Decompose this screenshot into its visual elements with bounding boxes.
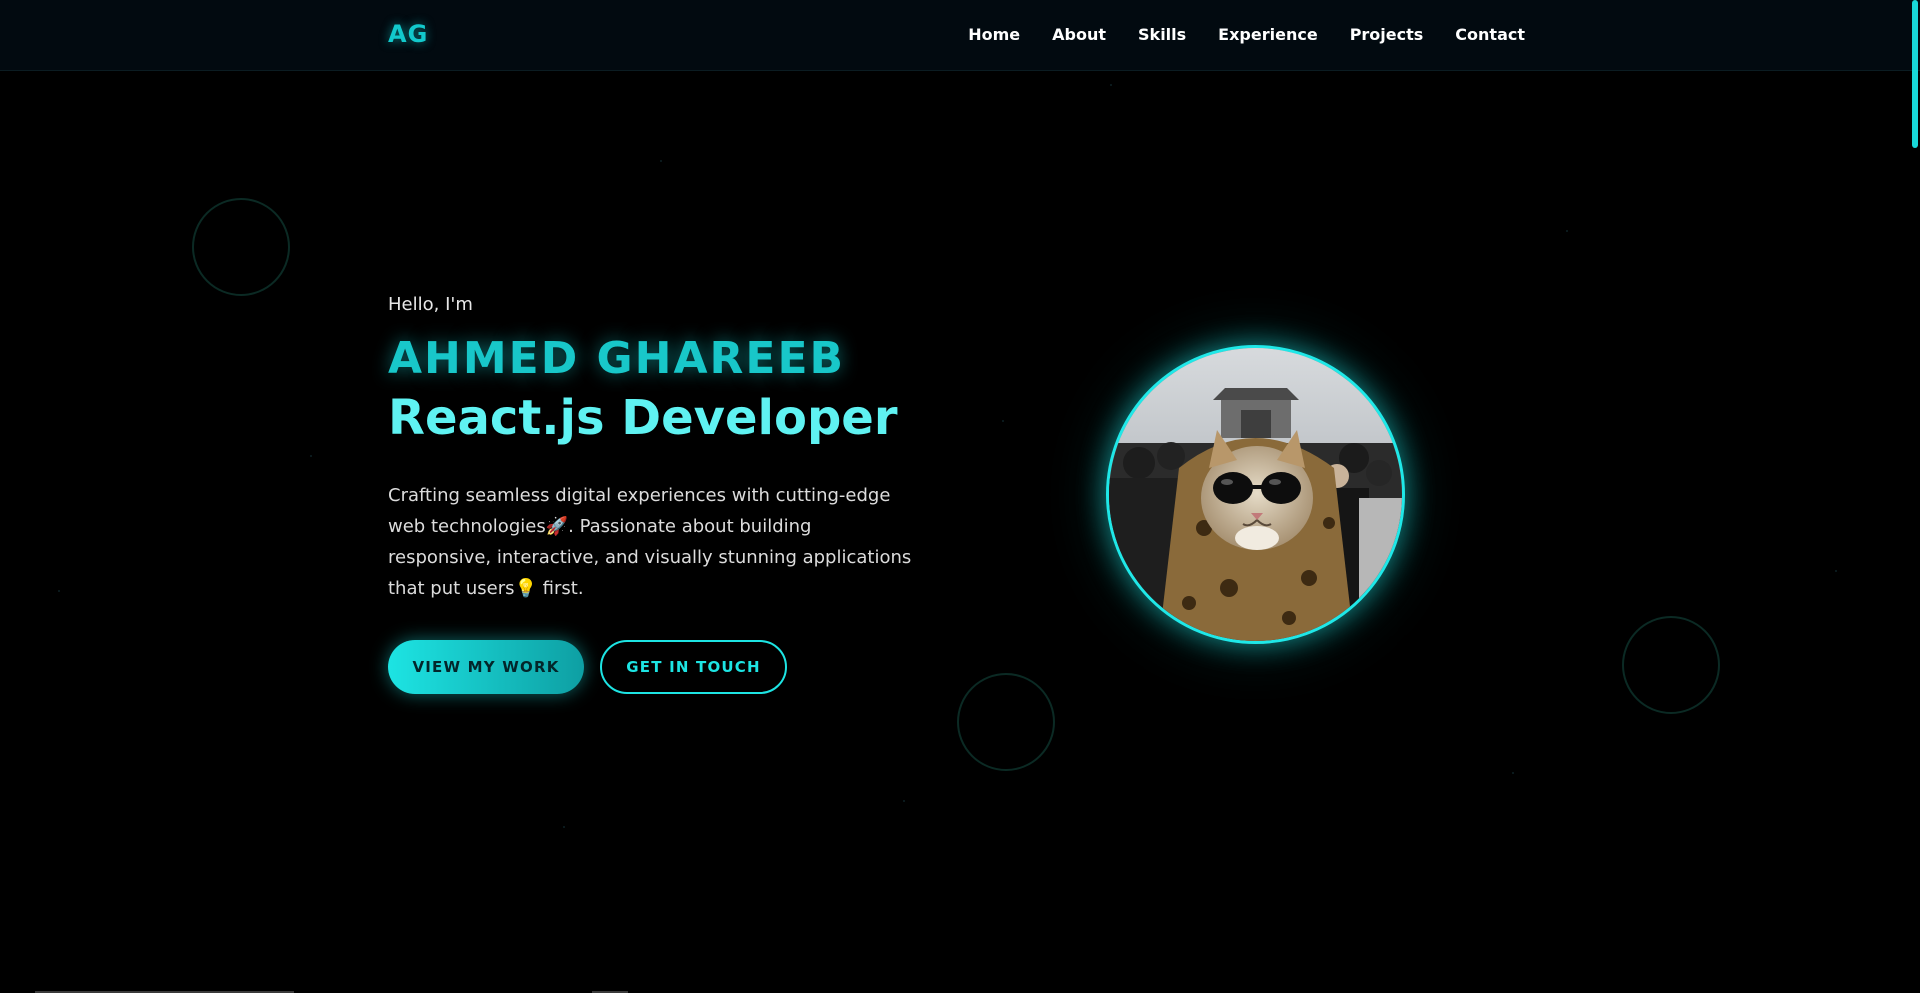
background-dot bbox=[1835, 570, 1837, 572]
background-dot bbox=[563, 826, 565, 828]
nav-link-about[interactable]: About bbox=[1052, 25, 1106, 44]
decorative-circle bbox=[192, 198, 290, 296]
intro-text: first. bbox=[536, 578, 584, 599]
profile-photo bbox=[1106, 345, 1405, 644]
hero-intro: Crafting seamless digital experiences wi… bbox=[388, 480, 918, 604]
background-dot bbox=[660, 160, 662, 162]
hero-role: React.js Developer bbox=[388, 390, 898, 446]
logo[interactable]: AG bbox=[388, 20, 428, 48]
nav-link-projects[interactable]: Projects bbox=[1350, 25, 1424, 44]
navbar: AG Home About Skills Experience Projects… bbox=[0, 0, 1920, 71]
background-dot bbox=[1110, 84, 1112, 86]
get-in-touch-button[interactable]: GET IN TOUCH bbox=[600, 640, 787, 694]
nav-link-contact[interactable]: Contact bbox=[1455, 25, 1525, 44]
nav-link-home[interactable]: Home bbox=[968, 25, 1020, 44]
background-dot bbox=[1566, 230, 1568, 232]
background-dot bbox=[903, 800, 905, 802]
decorative-circle bbox=[1622, 616, 1720, 714]
hero-buttons: VIEW MY WORK GET IN TOUCH bbox=[388, 640, 948, 694]
hero-name: AHMED GHAREEB bbox=[388, 333, 846, 384]
background-dot bbox=[1512, 772, 1514, 774]
nav-link-experience[interactable]: Experience bbox=[1218, 25, 1318, 44]
lightbulb-icon: 💡 bbox=[514, 578, 537, 599]
decorative-circle bbox=[957, 673, 1055, 771]
background-dot bbox=[58, 590, 60, 592]
greeting: Hello, I'm bbox=[388, 294, 473, 315]
hero-section: Hello, I'm AHMED GHAREEB React.js Develo… bbox=[388, 294, 948, 694]
profile-photo-image bbox=[1109, 348, 1402, 641]
view-my-work-button[interactable]: VIEW MY WORK bbox=[388, 640, 584, 694]
nav-links: Home About Skills Experience Projects Co… bbox=[968, 25, 1525, 44]
nav-link-skills[interactable]: Skills bbox=[1138, 25, 1186, 44]
background-dot bbox=[310, 455, 312, 457]
scrollbar-thumb[interactable] bbox=[1912, 0, 1918, 148]
rocket-icon: 🚀 bbox=[545, 516, 569, 537]
background-dot bbox=[1002, 420, 1004, 422]
